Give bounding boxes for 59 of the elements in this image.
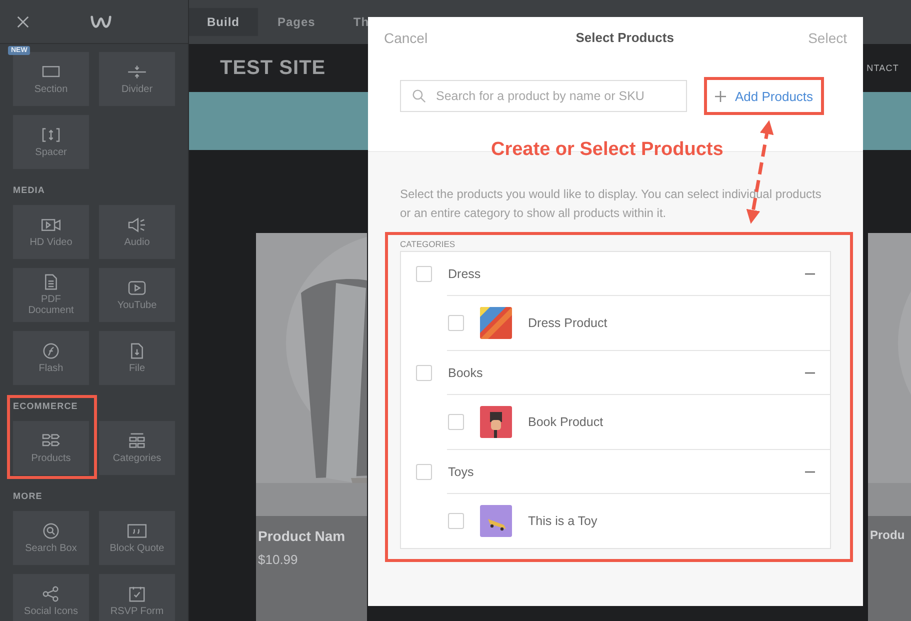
element-tile[interactable]: Section [13,52,89,106]
section-label: CATEGORIES [400,238,456,251]
product-name: Product Nam [258,528,346,544]
dialog-title: Select Products [576,30,674,45]
play-icon [127,280,147,296]
category-name: Toys [448,464,475,478]
product-name: This is a Toy [528,514,598,528]
video-camera-icon [41,216,61,232]
search-icon [41,522,61,538]
element-tile[interactable]: Spacer [13,115,89,169]
element-tile[interactable]: Social Icons [13,574,89,621]
category-name: Dress [448,266,482,280]
quote-icon [127,522,147,538]
checkbox[interactable] [416,364,432,380]
element-tile[interactable]: File [99,331,175,385]
product-price: $10.99 [258,552,299,567]
checkbox[interactable] [416,464,432,480]
element-tile[interactable]: Search Box [13,511,89,565]
section-heading: ECOMMERCE [13,400,79,413]
share-icon [41,586,61,602]
element-tile[interactable]: Audio [99,205,175,259]
element-tile[interactable]: Categories [99,421,175,475]
tab[interactable]: Pages [260,8,334,36]
cancel-button[interactable]: Cancel [384,30,428,46]
divider-icon [127,64,147,80]
section-heading: MORE [13,490,44,503]
logo-icon[interactable] [90,13,112,30]
checkbox[interactable] [448,315,464,331]
product-name: Dress Product [528,316,608,330]
callout-text: Create or Select Products [491,139,724,161]
grid-icon [127,432,147,448]
product-name: Book Product [528,415,604,429]
element-tile[interactable]: Flash [13,331,89,385]
tab[interactable]: Build [189,8,258,36]
speaker-icon [127,216,147,232]
element-tile[interactable]: HD Video [13,205,89,259]
category-name: Books [448,366,484,380]
tags-icon [41,432,61,448]
description-text: Select the products you would like to display. You can select individual products or an entire category to show all products within it. [400,186,822,222]
product-name: Produ [870,528,906,542]
element-tile[interactable]: Products [13,421,89,475]
checkbox[interactable] [448,414,464,430]
site-title: TEST SITE [220,56,326,80]
calendar-check-icon [127,586,147,602]
element-tile[interactable]: Divider [99,52,175,106]
element-tile[interactable]: PDF Document [13,268,89,322]
section-icon [41,64,61,80]
checkbox[interactable] [448,513,464,529]
element-tile[interactable]: Block Quote [99,511,175,565]
search-field[interactable]: Search for a product by name or SKU [400,80,687,112]
element-tile[interactable]: YouTube [99,268,175,322]
checkbox[interactable] [416,266,432,282]
section-heading: MEDIA [13,184,46,197]
element-tile[interactable]: RSVP Form [99,574,175,621]
close-icon[interactable] [17,16,29,28]
nav-link[interactable]: NTACT [866,63,899,73]
spacer-icon [41,126,61,142]
plus-icon [715,90,726,102]
flash-icon [41,342,61,358]
